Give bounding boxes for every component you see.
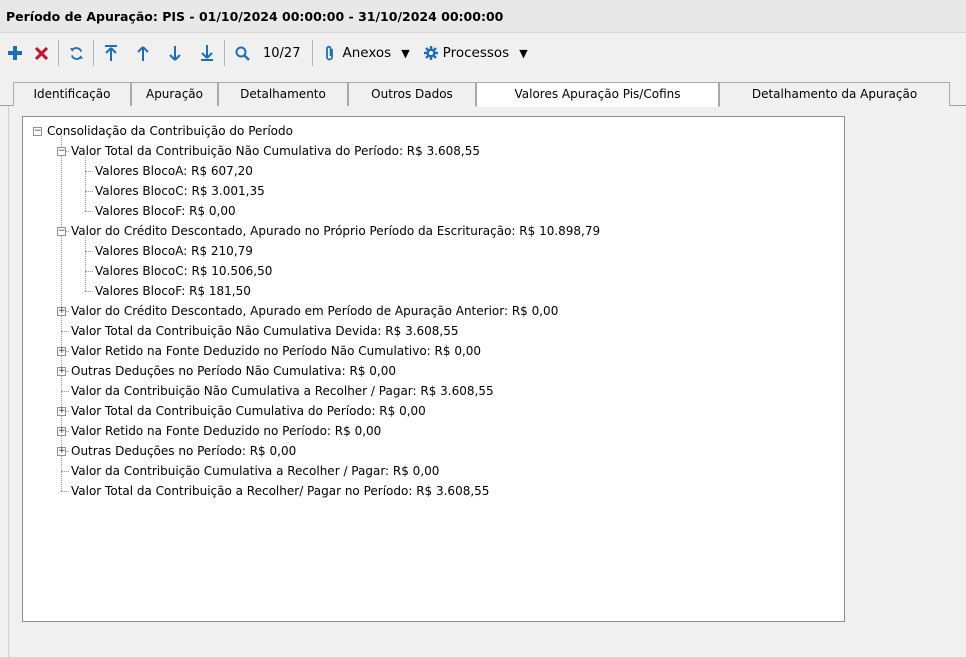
tab-strip: Identificação Apuração Detalhamento Outr…	[0, 82, 966, 107]
tree-connector	[85, 211, 93, 212]
tree-item[interactable]: Valor Total da Contribuição Não Cumulati…	[71, 321, 459, 341]
tree-connector	[85, 171, 93, 172]
refresh-icon	[69, 46, 83, 60]
toolbar-divider	[224, 40, 225, 66]
tree-item[interactable]: Outras Deduções no Período: R$ 0,00	[71, 441, 296, 461]
tab-valores-apuracao[interactable]: Valores Apuração Pis/Cofins	[476, 82, 719, 107]
tab-identificacao[interactable]: Identificação	[13, 82, 131, 106]
window-title: Período de Apuração: PIS - 01/10/2024 00…	[0, 0, 966, 33]
collapse-icon[interactable]: −	[57, 147, 66, 156]
tab-detalhamento-apuracao[interactable]: Detalhamento da Apuração	[719, 82, 950, 106]
tree-item[interactable]: Valor do Crédito Descontado, Apurado no …	[71, 221, 600, 241]
delete-button[interactable]	[30, 39, 52, 67]
record-counter: 10/27	[263, 45, 301, 61]
next-record-button[interactable]	[164, 39, 186, 67]
frame-border	[8, 106, 9, 657]
up-icon	[137, 45, 149, 61]
tab-apuracao[interactable]: Apuração	[131, 82, 218, 106]
close-icon	[34, 46, 48, 60]
caret-down-icon: ▼	[401, 46, 410, 60]
tree-panel: − Consolidação da Contribuição do Período…	[22, 116, 845, 622]
processos-menu[interactable]: Processos ▼	[423, 45, 528, 61]
tree-item[interactable]: Valores BlocoC: R$ 3.001,35	[95, 181, 265, 201]
expand-icon[interactable]: +	[57, 347, 66, 356]
tree-item[interactable]: Valor Retido na Fonte Deduzido no Períod…	[71, 341, 481, 361]
tree-connector	[85, 251, 93, 252]
search-icon	[235, 46, 250, 61]
collapse-icon[interactable]: −	[33, 127, 42, 136]
add-button[interactable]	[4, 39, 26, 67]
tree-connector	[61, 391, 69, 392]
anexos-label: Anexos	[342, 45, 392, 61]
expand-icon[interactable]: +	[57, 407, 66, 416]
expand-icon[interactable]: +	[57, 447, 66, 456]
tree-connector	[61, 471, 69, 472]
tree-item[interactable]: Valor Total da Contribuição a Recolher/ …	[71, 481, 489, 501]
tree-item[interactable]: Valor da Contribuição Cumulativa a Recol…	[71, 461, 439, 481]
tree-connector	[85, 191, 93, 192]
gear-icon	[423, 46, 438, 60]
tree-item[interactable]: Valores BlocoA: R$ 210,79	[95, 241, 253, 261]
plus-icon	[8, 46, 22, 60]
tree-connector	[85, 291, 93, 292]
expand-icon[interactable]: +	[57, 367, 66, 376]
collapse-icon[interactable]: −	[57, 227, 66, 236]
tab-outros-dados[interactable]: Outros Dados	[348, 82, 476, 106]
expand-icon[interactable]: +	[57, 427, 66, 436]
tree-item[interactable]: Valor Retido na Fonte Deduzido no Períod…	[71, 421, 381, 441]
tree-item[interactable]: Consolidação da Contribuição do Período	[47, 121, 293, 141]
tree-connector	[61, 491, 69, 492]
anexos-menu[interactable]: Anexos ▼	[325, 45, 410, 61]
last-icon	[201, 45, 213, 61]
tree-connector	[61, 331, 69, 332]
tree-guide-line	[85, 236, 86, 291]
tree-item[interactable]: Outras Deduções no Período Não Cumulativ…	[71, 361, 396, 381]
toolbar: 10/27 Anexos ▼ Processos ▼	[0, 34, 966, 72]
last-record-button[interactable]	[196, 39, 218, 67]
tree-item[interactable]: Valor da Contribuição Não Cumulativa a R…	[71, 381, 494, 401]
paperclip-icon	[326, 45, 334, 61]
tree-item[interactable]: Valor do Crédito Descontado, Apurado em …	[71, 301, 558, 321]
toolbar-divider	[58, 40, 59, 66]
tree-item[interactable]: Valores BlocoA: R$ 607,20	[95, 161, 253, 181]
tree-guide-line	[85, 156, 86, 211]
tree-item[interactable]: Valores BlocoF: R$ 181,50	[95, 281, 251, 301]
first-icon	[105, 45, 117, 61]
previous-record-button[interactable]	[132, 39, 154, 67]
processos-label: Processos	[442, 45, 510, 61]
tab-detalhamento[interactable]: Detalhamento	[218, 82, 348, 106]
tree-item[interactable]: Valores BlocoF: R$ 0,00	[95, 201, 236, 221]
refresh-button[interactable]	[65, 39, 87, 67]
caret-down-icon: ▼	[519, 46, 528, 60]
tree-item[interactable]: Valor Total da Contribuição Não Cumulati…	[71, 141, 480, 161]
first-record-button[interactable]	[100, 39, 122, 67]
search-button[interactable]	[231, 39, 253, 67]
tree-connector	[85, 271, 93, 272]
tree-item[interactable]: Valor Total da Contribuição Cumulativa d…	[71, 401, 426, 421]
toolbar-divider	[93, 40, 94, 66]
tree-item[interactable]: Valores BlocoC: R$ 10.506,50	[95, 261, 272, 281]
down-icon	[169, 45, 181, 61]
expand-icon[interactable]: +	[57, 307, 66, 316]
toolbar-divider	[312, 40, 314, 66]
